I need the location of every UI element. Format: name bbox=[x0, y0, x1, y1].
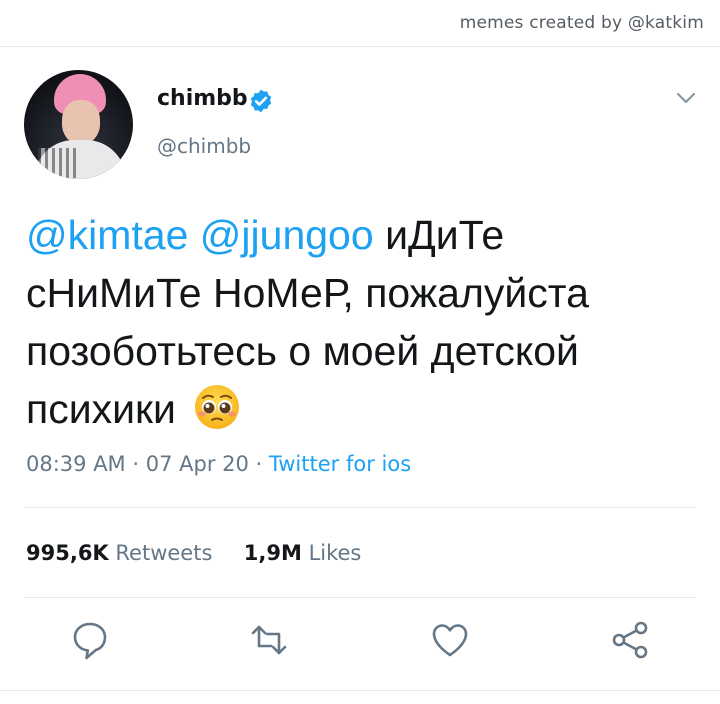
likes-label[interactable]: Likes bbox=[309, 541, 362, 565]
share-icon[interactable] bbox=[608, 618, 652, 662]
meta-separator: · bbox=[132, 452, 146, 476]
pleading-face-icon bbox=[195, 385, 240, 429]
mention-kimtae[interactable]: @kimtae bbox=[26, 212, 188, 258]
verified-badge-icon bbox=[250, 89, 272, 113]
tweet-meta: 08:39 AM · 07 Apr 20 · Twitter for ios bbox=[26, 452, 411, 476]
meta-separator: · bbox=[255, 452, 269, 476]
stats-divider bbox=[24, 597, 696, 598]
mention-jjungoo[interactable]: @jjungoo bbox=[200, 212, 374, 258]
tweet-text: @kimtae @jjungoo иДиТе сНиМиТе НоМеР, по… bbox=[26, 206, 666, 438]
tweet-text-part-2: сНиМиТе НоМеР, пожалуйста позоботьтесь о… bbox=[26, 270, 589, 432]
avatar[interactable] bbox=[24, 70, 133, 179]
avatar-face bbox=[62, 100, 100, 144]
tweet-date: 07 Apr 20 bbox=[145, 452, 249, 476]
tweet-stats: 995,6K Retweets 1,9M Likes bbox=[26, 541, 361, 565]
retweets-label[interactable]: Retweets bbox=[115, 541, 212, 565]
meta-divider bbox=[24, 507, 696, 508]
display-name[interactable]: chimbb bbox=[157, 86, 248, 111]
avatar-shirt-print bbox=[38, 148, 78, 178]
heart-icon[interactable] bbox=[428, 618, 472, 662]
tweet-source-link[interactable]: Twitter for ios bbox=[269, 452, 411, 476]
tweet-text-part-1: иДиТе bbox=[385, 212, 505, 258]
retweet-icon[interactable] bbox=[247, 618, 291, 662]
tweet-actions bbox=[0, 618, 720, 668]
chevron-down-icon[interactable] bbox=[675, 90, 697, 106]
watermark: memes created by @katkim bbox=[459, 13, 704, 33]
bottom-divider bbox=[0, 690, 720, 691]
header-divider bbox=[0, 46, 720, 47]
retweets-count[interactable]: 995,6K bbox=[26, 541, 109, 565]
reply-icon[interactable] bbox=[68, 618, 112, 662]
user-handle[interactable]: @chimbb bbox=[157, 134, 251, 158]
tweet-time: 08:39 AM bbox=[26, 452, 126, 476]
likes-count[interactable]: 1,9M bbox=[244, 541, 302, 565]
